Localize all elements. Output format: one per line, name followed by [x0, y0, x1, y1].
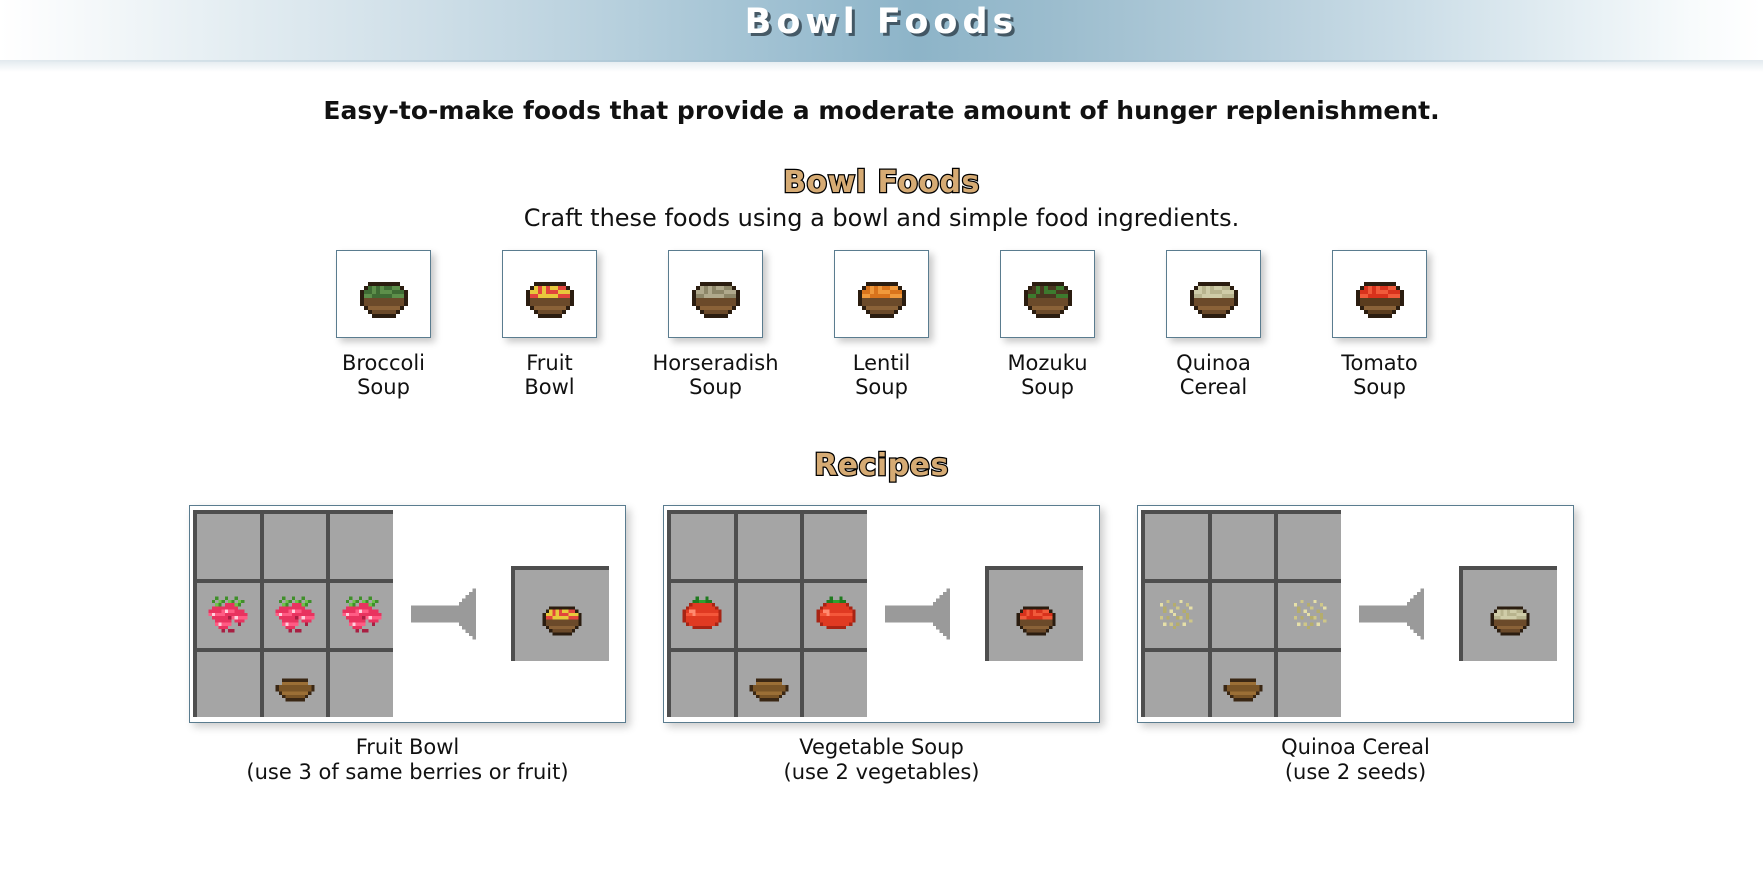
recipe-caption: Vegetable Soup (use 2 vegetables) [783, 734, 980, 784]
horseradish-soup-icon [691, 282, 740, 318]
bowl-foods-item-row: Broccoli Soup Fruit Bowl Horseradish Soup L… [0, 250, 1763, 400]
crafting-slot[interactable] [1207, 579, 1275, 649]
arrow-container [393, 585, 511, 643]
food-item-label: Horseradish Soup [652, 351, 779, 400]
recipe-result-slot[interactable] [1459, 566, 1557, 662]
crafting-slot[interactable] [733, 648, 801, 718]
food-item-label: Quinoa Cereal [1176, 351, 1251, 400]
recipe-panel [1137, 504, 1574, 723]
banner-fade [0, 60, 1763, 72]
crafting-slot[interactable] [193, 648, 260, 718]
page-title: Bowl Foods [744, 2, 1019, 42]
food-item-tile[interactable] [1166, 250, 1261, 338]
crafting-slot[interactable] [1141, 579, 1208, 649]
empty-bowl-icon [749, 678, 789, 701]
crafting-grid [193, 510, 393, 718]
section-heading-recipes: Recipes [813, 446, 950, 484]
lentil-soup-icon [857, 282, 906, 318]
recipe: Quinoa Cereal (use 2 seeds) [1137, 504, 1574, 785]
recipe-panel [663, 504, 1100, 723]
food-item-label: Fruit Bowl [524, 351, 575, 400]
crafting-slot[interactable] [1274, 510, 1341, 580]
crafting-slot[interactable] [1141, 648, 1208, 718]
food-item[interactable]: Mozuku Soup [989, 250, 1107, 400]
crafting-slot[interactable] [733, 510, 801, 580]
food-item-tile[interactable] [502, 250, 597, 338]
crafting-slot[interactable] [193, 510, 260, 580]
recipe-panel [189, 504, 626, 723]
berries-icon [275, 596, 315, 632]
berries-icon [208, 596, 248, 632]
arrow-container [1341, 585, 1459, 643]
crafting-slot[interactable] [326, 648, 393, 718]
crafting-slot[interactable] [800, 510, 867, 580]
tomato-icon [816, 596, 856, 629]
food-item-label: Lentil Soup [852, 351, 911, 400]
tomato-icon [682, 596, 722, 629]
crafting-slot[interactable] [193, 579, 260, 649]
broccoli-soup-icon [359, 282, 408, 318]
crafting-slot[interactable] [667, 648, 734, 718]
empty-bowl-icon [1223, 678, 1263, 701]
page-subtitle: Easy-to-make foods that provide a modera… [323, 96, 1440, 125]
recipe-result-slot[interactable] [985, 566, 1083, 662]
quinoa-cereal-icon [1189, 282, 1238, 318]
tomato-soup-icon [1355, 282, 1404, 318]
crafting-grid [667, 510, 867, 718]
recipes-row: Fruit Bowl (use 3 of same berries or fru… [0, 504, 1763, 785]
quinoa-cereal-icon [1490, 605, 1530, 636]
crafting-slot[interactable] [1274, 648, 1341, 718]
crafting-slot[interactable] [1207, 510, 1275, 580]
crafting-slot[interactable] [800, 579, 867, 649]
food-item-tile[interactable] [1000, 250, 1095, 338]
food-item-label: Mozuku Soup [1007, 351, 1088, 400]
food-item[interactable]: Tomato Soup [1321, 250, 1439, 400]
crafting-slot[interactable] [667, 510, 734, 580]
recipe-caption: Quinoa Cereal (use 2 seeds) [1281, 734, 1430, 784]
food-item-tile[interactable] [1332, 250, 1427, 338]
recipe-caption: Fruit Bowl (use 3 of same berries or fru… [246, 734, 569, 784]
arrow-container [867, 585, 985, 643]
crafting-grid [1141, 510, 1341, 718]
crafting-slot[interactable] [326, 579, 393, 649]
crafting-slot[interactable] [800, 648, 867, 718]
crafting-slot[interactable] [1141, 510, 1208, 580]
empty-bowl-icon [275, 678, 315, 701]
crafting-slot[interactable] [326, 510, 393, 580]
food-item[interactable]: Quinoa Cereal [1155, 250, 1273, 400]
food-item-label: Broccoli Soup [341, 351, 426, 400]
right-arrow-icon [1359, 588, 1424, 640]
food-item-tile[interactable] [668, 250, 763, 338]
mozuku-soup-icon [1023, 282, 1072, 318]
crafting-slot[interactable] [733, 579, 801, 649]
food-item[interactable]: Lentil Soup [823, 250, 941, 400]
section-heading-bowl-foods: Bowl Foods [782, 164, 981, 202]
food-item[interactable]: Horseradish Soup [652, 250, 779, 400]
food-item-tile[interactable] [336, 250, 431, 338]
tomato-soup-icon [1016, 605, 1056, 636]
seeds-icon [1293, 599, 1326, 629]
right-arrow-icon [885, 588, 950, 640]
seeds-icon [1160, 599, 1193, 629]
food-item-label: Tomato Soup [1341, 351, 1418, 400]
food-item-tile[interactable] [834, 250, 929, 338]
recipe-result-slot[interactable] [511, 566, 609, 662]
crafting-slot[interactable] [259, 510, 327, 580]
crafting-slot[interactable] [259, 579, 327, 649]
fruit-bowl-icon [525, 282, 574, 318]
crafting-slot[interactable] [667, 579, 734, 649]
section-description-bowl-foods: Craft these foods using a bowl and simpl… [523, 204, 1240, 232]
food-item[interactable]: Broccoli Soup [325, 250, 443, 400]
food-item[interactable]: Fruit Bowl [491, 250, 609, 400]
fruit-bowl-icon [542, 605, 582, 636]
recipe: Fruit Bowl (use 3 of same berries or fru… [189, 504, 626, 785]
crafting-slot[interactable] [1274, 579, 1341, 649]
page-banner: Bowl Foods [0, 0, 1763, 72]
recipe: Vegetable Soup (use 2 vegetables) [663, 504, 1100, 785]
crafting-slot[interactable] [1207, 648, 1275, 718]
crafting-slot[interactable] [259, 648, 327, 718]
right-arrow-icon [411, 588, 476, 640]
berries-icon [342, 596, 382, 632]
